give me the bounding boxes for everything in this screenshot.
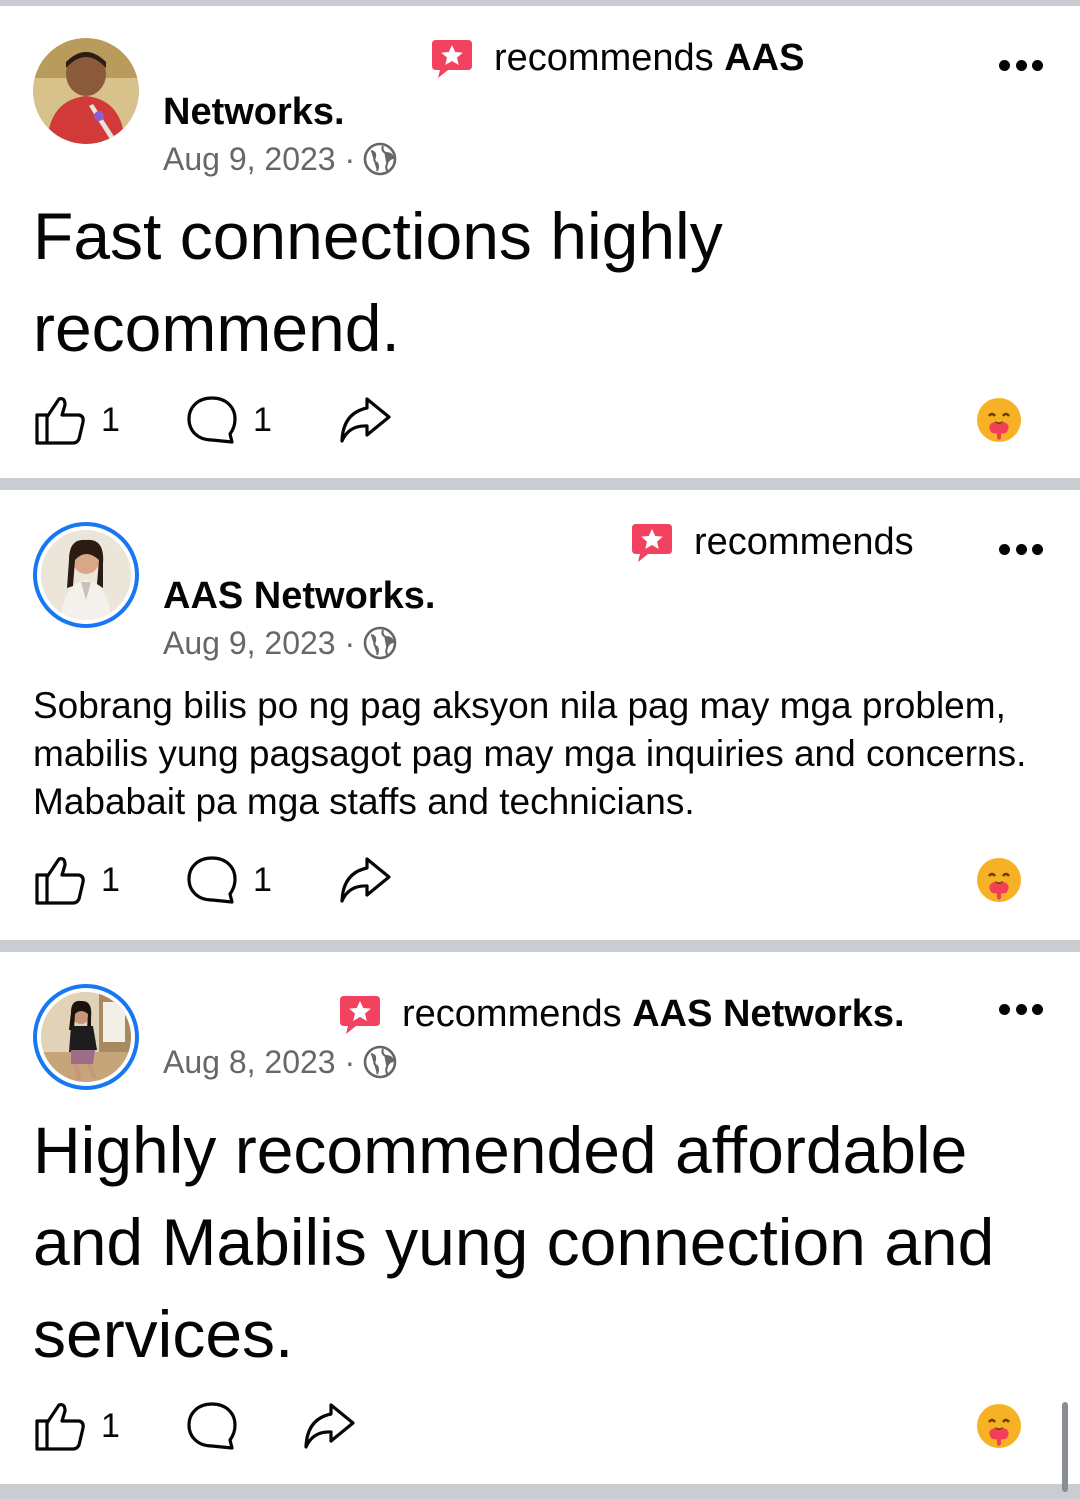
recommends-line: recommends AAS Networks.: [338, 992, 905, 1036]
avatar[interactable]: [33, 38, 139, 144]
share-button[interactable]: [337, 392, 391, 448]
more-icon: [999, 59, 1010, 71]
comment-button[interactable]: [185, 1398, 253, 1454]
like-icon: [35, 397, 85, 445]
globe-icon: [363, 1045, 397, 1079]
comment-icon: [187, 1402, 237, 1450]
comment-icon: [187, 856, 237, 904]
post-text: Sobrang bilis po ng pag aksyon nila pag …: [33, 685, 1027, 822]
recommend-badge-icon: [632, 524, 672, 562]
post-date[interactable]: Aug 9, 2023: [163, 623, 336, 663]
page-link[interactable]: AAS Networks.: [632, 992, 904, 1036]
more-icon: [999, 1003, 1010, 1015]
post-text: Highly recommended affordable and Mabili…: [33, 1113, 995, 1371]
share-icon: [340, 397, 391, 443]
post-actions: 1 1: [33, 852, 1053, 908]
post-meta: Aug 9, 2023 ·: [163, 623, 397, 663]
more-options-button[interactable]: [999, 1002, 1043, 1016]
recommends-line: recommends AAS: [430, 36, 804, 80]
post-1: recommends AAS Networks. Aug 9, 2023 · F…: [0, 6, 1080, 478]
like-count: 1: [101, 400, 120, 439]
like-icon: [35, 1403, 85, 1451]
post-text: Fast connections highly recommend.: [33, 199, 723, 365]
post-separator: [0, 478, 1080, 490]
comment-button[interactable]: 1: [185, 392, 272, 448]
like-button[interactable]: 1: [33, 1398, 120, 1454]
post-3: recommends AAS Networks. Aug 8, 2023 · H…: [0, 952, 1080, 1484]
comment-icon: [187, 396, 237, 444]
recommends-verb: recommends: [694, 521, 914, 563]
post-separator: [0, 940, 1080, 952]
recommends-verb: recommends: [402, 993, 622, 1035]
recommend-badge-icon: [340, 996, 380, 1034]
post-date[interactable]: Aug 8, 2023: [163, 1042, 336, 1082]
page-name-link[interactable]: AAS Networks.: [163, 574, 435, 618]
like-icon: [35, 857, 85, 905]
avatar-with-story-ring[interactable]: [33, 522, 139, 628]
post-actions: 1: [33, 1398, 1053, 1454]
care-reaction-icon[interactable]: [975, 396, 1023, 444]
share-button[interactable]: [337, 852, 391, 908]
post-date[interactable]: Aug 9, 2023: [163, 139, 336, 179]
comment-count: 1: [253, 400, 272, 439]
comment-count: 1: [253, 860, 272, 899]
recommends-verb: recommends: [494, 37, 714, 79]
post-meta: Aug 8, 2023 ·: [163, 1042, 397, 1082]
share-icon: [304, 1403, 355, 1449]
like-count: 1: [101, 860, 120, 899]
care-reaction-icon[interactable]: [975, 856, 1023, 904]
share-icon: [340, 857, 391, 903]
post-2: recommends AAS Networks. Aug 9, 2023 · S…: [0, 490, 1080, 940]
recommend-badge-icon: [432, 40, 472, 78]
globe-icon: [363, 142, 397, 176]
post-meta: Aug 9, 2023 ·: [163, 139, 397, 179]
page-link[interactable]: AAS: [724, 36, 804, 80]
like-button[interactable]: 1: [33, 852, 120, 908]
page-name-link[interactable]: Networks.: [163, 90, 345, 134]
share-button[interactable]: [301, 1398, 355, 1454]
post-separator: [0, 1484, 1080, 1499]
like-count: 1: [101, 1406, 120, 1445]
post-actions: 1 1: [33, 392, 1053, 448]
globe-icon: [363, 626, 397, 660]
more-icon: [999, 543, 1010, 555]
like-button[interactable]: 1: [33, 392, 120, 448]
comment-button[interactable]: 1: [185, 852, 272, 908]
recommends-line: recommends: [630, 520, 914, 564]
more-options-button[interactable]: [999, 542, 1043, 556]
scrollbar[interactable]: [1062, 1402, 1068, 1492]
care-reaction-icon[interactable]: [975, 1402, 1023, 1450]
avatar-with-story-ring[interactable]: [33, 984, 139, 1090]
more-options-button[interactable]: [999, 58, 1043, 72]
